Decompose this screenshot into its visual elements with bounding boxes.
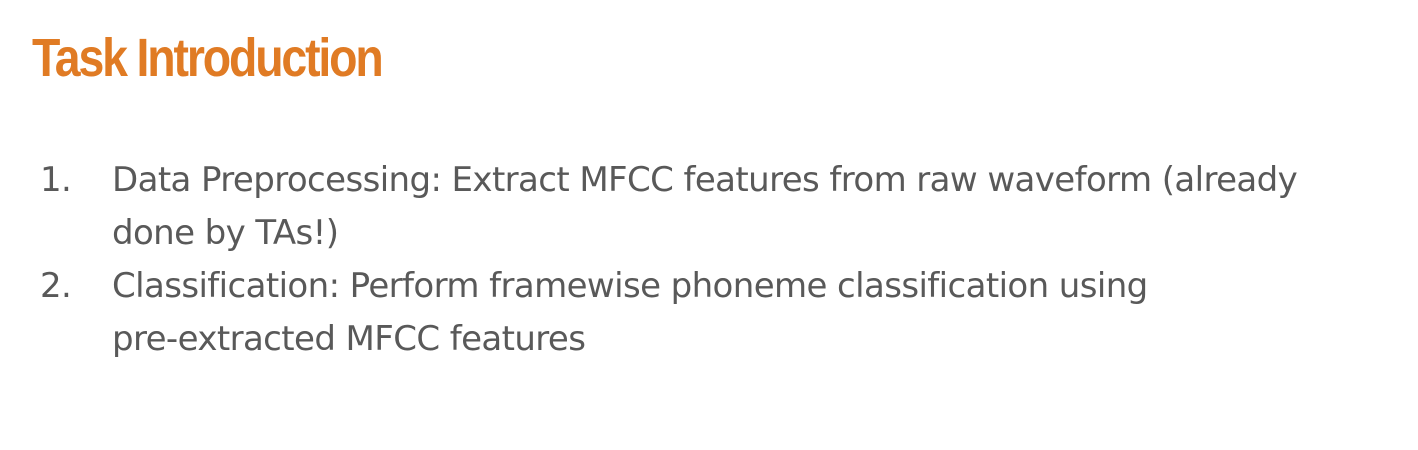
list-item-text-line: pre-extracted MFCC features xyxy=(112,319,586,359)
list-item-number: 1. xyxy=(40,160,72,200)
list-item-text-line: Data Preprocessing: Extract MFCC feature… xyxy=(112,160,1298,200)
task-list: 1. Data Preprocessing: Extract MFCC feat… xyxy=(40,154,1410,366)
list-item-number: 2. xyxy=(40,266,72,306)
list-item-text-line: Classification: Perform framewise phonem… xyxy=(112,266,1148,306)
list-item: 2. Classification: Perform framewise pho… xyxy=(40,260,1410,366)
slide-title: Task Introduction xyxy=(32,28,384,88)
slide: Task Introduction 1. Data Preprocessing:… xyxy=(0,0,1418,450)
list-item: 1. Data Preprocessing: Extract MFCC feat… xyxy=(40,154,1410,260)
list-item-text-line: done by TAs!) xyxy=(112,213,339,253)
